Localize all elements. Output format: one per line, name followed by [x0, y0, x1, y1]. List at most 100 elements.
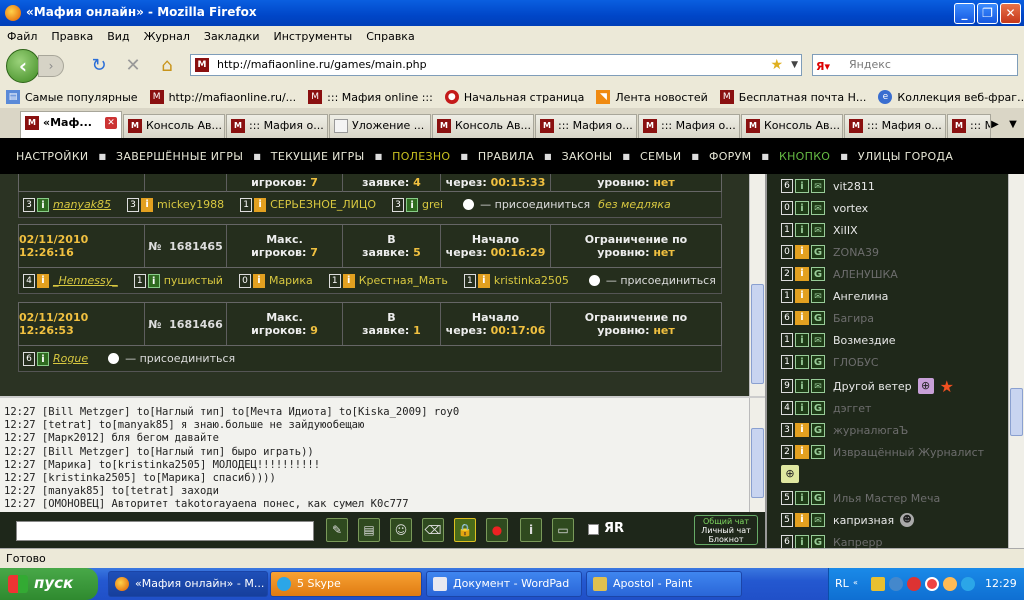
bookmark-item[interactable]: Mhttp://mafiaonline.ru/...: [149, 90, 296, 104]
back-button[interactable]: ‹: [6, 49, 40, 83]
nav-finished-games[interactable]: ЗАВЕРШЁННЫЕ ИГРЫ: [106, 150, 253, 163]
send-chat-icon[interactable]: ✎: [326, 518, 348, 542]
bookmark-item[interactable]: ▤ Самые популярные: [6, 90, 138, 104]
translit-checkbox[interactable]: [588, 524, 599, 535]
player-name-link[interactable]: _Hennessy_: [53, 274, 118, 287]
screen-icon[interactable]: ▭: [552, 518, 574, 542]
taskbar-item-paint[interactable]: Apostol - Paint: [586, 571, 742, 597]
stop-icon[interactable]: ✕: [122, 56, 144, 76]
bookmark-item[interactable]: e Коллекция веб-фраг...: [878, 90, 1024, 104]
nav-rules[interactable]: ПРАВИЛА: [468, 150, 544, 163]
user-row[interactable]: 2 i G Извращённый Журналист: [781, 442, 984, 462]
info-icon[interactable]: i: [520, 518, 542, 542]
menu-history[interactable]: Журнал: [137, 30, 197, 43]
player-name[interactable]: СЕРЬЕЗНОЕ_ЛИЦО: [270, 198, 376, 211]
chat-scrollbar[interactable]: [749, 398, 765, 512]
user-name[interactable]: Капрерр: [833, 536, 882, 549]
message-icon[interactable]: ✉: [811, 289, 825, 303]
nav-families[interactable]: СЕМЬИ: [630, 150, 691, 163]
smiley-icon[interactable]: ☺: [390, 518, 412, 542]
nav-forum[interactable]: ФОРУМ: [699, 150, 761, 163]
skype-tray-icon[interactable]: [961, 577, 975, 591]
chat-line[interactable]: 12:27 [Марк2012] бля бегом давайте: [0, 432, 765, 445]
start-button[interactable]: пуск: [0, 568, 98, 600]
user-name[interactable]: капризная: [833, 514, 894, 527]
eraser-icon[interactable]: ⌫: [422, 518, 444, 542]
menu-tools[interactable]: Инструменты: [267, 30, 360, 43]
minimize-button[interactable]: _: [954, 3, 975, 24]
tab-mafia-active[interactable]: M «Маф... ✕: [20, 111, 122, 138]
chat-line[interactable]: 12:27 [Bill Metzger] to[Наглый тип] быро…: [0, 446, 765, 459]
message-icon[interactable]: ✉: [811, 333, 825, 347]
user-name[interactable]: vortex: [833, 202, 868, 215]
user-name[interactable]: Ангелина: [833, 290, 888, 303]
menu-view[interactable]: Вид: [100, 30, 136, 43]
scrollbar-thumb[interactable]: [751, 284, 764, 384]
tab-item[interactable]: M Консоль Ав...: [741, 114, 843, 138]
player-name[interactable]: kristinka2505: [494, 274, 569, 287]
user-name[interactable]: Илья Мастер Меча: [833, 492, 940, 505]
close-button[interactable]: ✕: [1000, 3, 1021, 24]
game-list-scrollbar[interactable]: [749, 174, 765, 396]
menu-bookmarks[interactable]: Закладки: [197, 30, 267, 43]
chat-line[interactable]: 12:27 [Марика] to[kristinka2505] МОЛОДЕЦ…: [0, 459, 765, 472]
chat-line[interactable]: 12:27 [kristinka2505] to[Марика] спасиб)…: [0, 472, 765, 485]
userlist-scrollbar[interactable]: [1008, 174, 1024, 548]
player-name[interactable]: mickey1988: [157, 198, 224, 211]
maximize-button[interactable]: ❐: [977, 3, 998, 24]
chat-message-input[interactable]: [16, 521, 314, 541]
record-icon[interactable]: ●: [486, 518, 508, 542]
antivirus-icon[interactable]: [907, 577, 921, 591]
player-name[interactable]: Крестная_Мать: [359, 274, 448, 287]
search-input[interactable]: Я▾ Яндекс: [812, 54, 1018, 76]
message-icon[interactable]: ✉: [811, 223, 825, 237]
nav-streets[interactable]: УЛИЦЫ ГОРОДА: [848, 150, 963, 163]
chat-mode-private[interactable]: Личный чат: [695, 526, 757, 535]
tab-item[interactable]: M::: Мафия о...: [535, 114, 637, 138]
menu-help[interactable]: Справка: [359, 30, 421, 43]
tab-item[interactable]: M::: Мафия о...: [638, 114, 740, 138]
chat-mode-switch[interactable]: Общий чат Личный чат Блокнот: [694, 515, 758, 545]
chat-mode-general[interactable]: Общий чат: [695, 517, 757, 526]
language-indicator[interactable]: RL: [835, 577, 849, 590]
join-radio[interactable]: [588, 275, 600, 286]
user-name[interactable]: Другой ветер: [833, 380, 912, 393]
tab-list-icon[interactable]: ▼: [1006, 114, 1020, 136]
tab-close-icon[interactable]: ✕: [105, 117, 117, 129]
menu-file[interactable]: Файл: [0, 30, 44, 43]
chat-line[interactable]: 12:27 [manyak85] to[tetrat] заходи: [0, 485, 765, 498]
user-name[interactable]: ZONA39: [833, 246, 879, 259]
user-name[interactable]: АЛЕНУШКА: [833, 268, 898, 281]
player-name-link[interactable]: Rogue: [53, 352, 88, 365]
user-row[interactable]: 6 i ✉ vit2811: [781, 176, 875, 196]
taskbar-item-firefox[interactable]: «Мафия онлайн» - М...: [108, 571, 268, 597]
tab-item[interactable]: M::: М: [947, 114, 991, 138]
user-name[interactable]: ГЛОБУС: [833, 356, 879, 369]
bookmark-item[interactable]: ◥ Лента новостей: [596, 90, 708, 104]
user-row[interactable]: 3 i GжурналюгаЪ: [781, 420, 908, 440]
bin-icon[interactable]: ▤: [358, 518, 380, 542]
user-row[interactable]: 1 i ✉ Ангелина: [781, 286, 888, 306]
lock-icon[interactable]: 🔒: [454, 518, 476, 542]
user-name[interactable]: Возмездие: [833, 334, 896, 347]
user-row[interactable]: 0 i ✉ vortex: [781, 198, 868, 218]
home-icon[interactable]: ⌂: [156, 56, 178, 76]
security-shield-icon[interactable]: [871, 577, 885, 591]
user-row[interactable]: 1 i ✉ Возмездие: [781, 330, 896, 350]
bookmark-item[interactable]: ● Начальная страница: [444, 90, 584, 104]
menu-edit[interactable]: Правка: [44, 30, 100, 43]
user-row[interactable]: 1 i ✉ XiIIX: [781, 220, 858, 240]
player-name[interactable]: grei: [422, 198, 443, 211]
join-radio[interactable]: [463, 199, 475, 210]
tab-item[interactable]: M::: Мафия о...: [844, 114, 946, 138]
nav-useful[interactable]: ПОЛЕЗНО: [382, 150, 460, 163]
user-name[interactable]: XiIIX: [833, 224, 858, 237]
user-row[interactable]: 6 i G Капрерр: [781, 532, 882, 548]
bookmark-item[interactable]: M Бесплатная почта Н...: [719, 90, 866, 104]
tab-item[interactable]: M::: Мафия о...: [226, 114, 328, 138]
bookmark-star-icon[interactable]: ★: [770, 55, 783, 75]
nav-settings[interactable]: НАСТРОЙКИ: [0, 150, 98, 163]
message-icon[interactable]: ✉: [811, 379, 825, 393]
message-icon[interactable]: ✉: [811, 513, 825, 527]
taskbar-item-skype[interactable]: 5 Skype: [270, 571, 422, 597]
